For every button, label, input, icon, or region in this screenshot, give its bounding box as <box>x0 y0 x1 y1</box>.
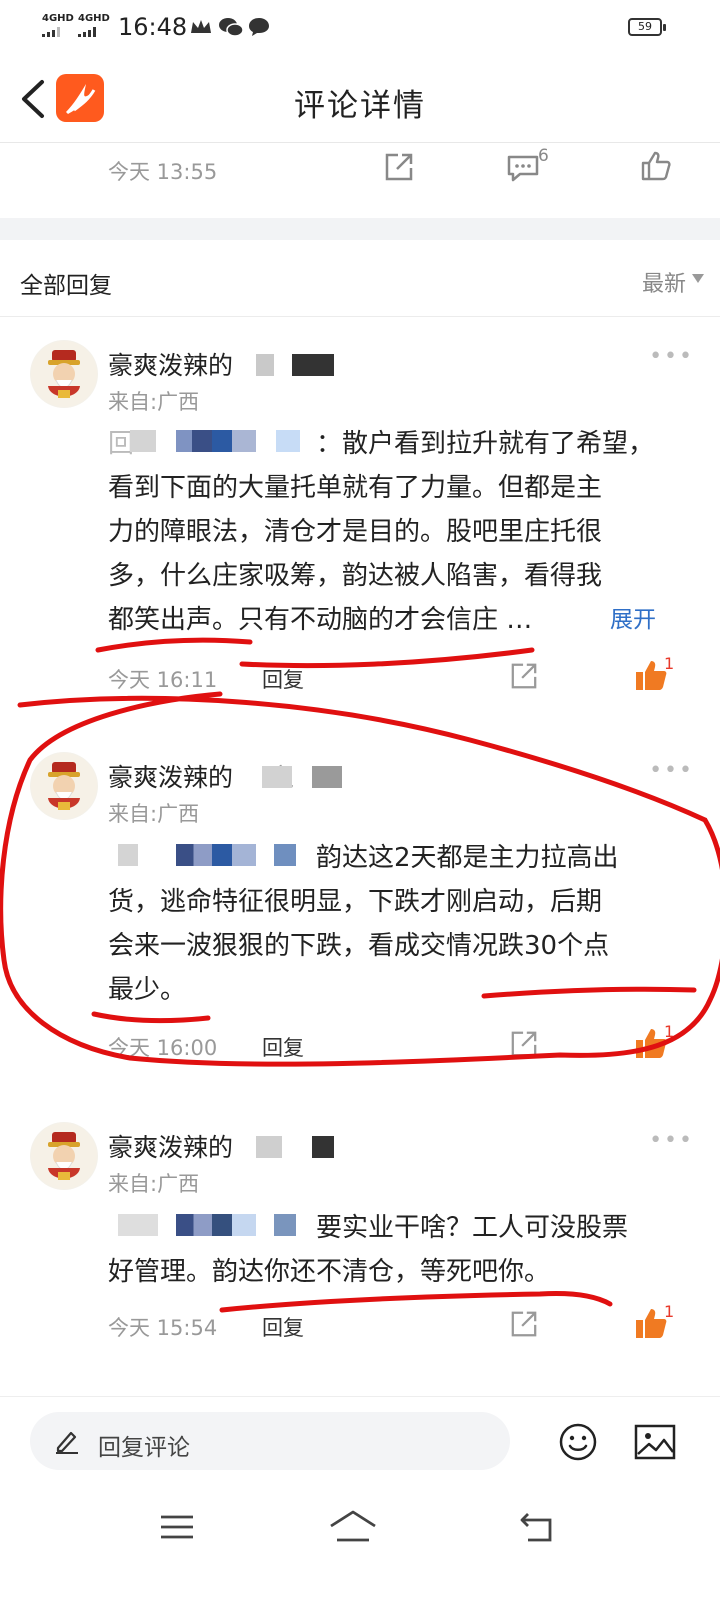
emoji-icon[interactable] <box>558 1422 598 1462</box>
underline-stroke <box>219 1291 613 1313</box>
avatar[interactable] <box>30 340 98 408</box>
thumbs-up-filled-icon[interactable] <box>634 1026 668 1060</box>
comment-time: 今天 16:00 <box>108 1036 218 1060</box>
redacted-block <box>276 430 300 452</box>
thumbs-up-filled-icon[interactable] <box>634 1306 668 1340</box>
comment-time: 今天 16:11 <box>108 668 218 692</box>
comment-line: 要实业干啥？工人可没股票 <box>108 1206 678 1250</box>
comment-line: 多，什么庄家吸筹，韵达被人陷害，看得我 <box>108 561 603 591</box>
menu-icon[interactable] <box>158 1512 196 1542</box>
system-navigation-bar <box>0 1490 720 1600</box>
comment-line: 好管理。韵达你还不清仓，等死吧你。 <box>108 1257 551 1287</box>
comment-line: 货，逃命特征很明显，下跌才刚启动，后期 <box>108 887 603 917</box>
comment-line-text: 要实业干啥？工人可没股票 <box>316 1213 629 1243</box>
thumbs-up-icon[interactable] <box>640 150 672 182</box>
avatar[interactable] <box>30 752 98 820</box>
image-picker-icon[interactable] <box>634 1424 676 1460</box>
message-bubble-icon <box>249 18 269 36</box>
signal-2-label: 4GHD <box>78 13 110 24</box>
redacted-block <box>312 766 342 788</box>
parent-comment-time: 今天 13:55 <box>108 160 218 184</box>
comment-line: 看到下面的大量托单就有了力量。但都是主 <box>108 473 603 503</box>
more-options-icon[interactable]: ••• <box>649 758 694 783</box>
more-options-icon[interactable]: ••• <box>649 1128 694 1153</box>
comment-username[interactable]: 豪爽泼辣的 <box>108 1128 233 1164</box>
expand-link[interactable]: 展开 <box>610 598 656 642</box>
comment-location: 来自:广西 <box>108 802 200 826</box>
reply-button[interactable]: 回复 <box>262 1312 304 1342</box>
like-count: 1 <box>664 654 675 673</box>
page-title: 评论详情 <box>294 88 426 124</box>
redacted-block <box>176 430 256 452</box>
fortune-god-avatar-icon <box>31 1123 97 1189</box>
signal-indicator-1: 4GHD <box>42 14 74 37</box>
avatar[interactable] <box>30 1122 98 1190</box>
chevron-down-icon[interactable] <box>692 274 704 283</box>
signal-bars-icon <box>42 27 60 37</box>
comment-line-text: ：散户看到拉升就有了希望， <box>316 429 655 459</box>
more-options-icon[interactable]: ••• <box>649 344 694 369</box>
signal-1-label: 4GHD <box>42 13 74 24</box>
fortune-god-avatar-icon <box>31 753 97 819</box>
divider <box>0 316 720 317</box>
comment-location: 来自:广西 <box>108 1172 200 1196</box>
redacted-block <box>262 766 292 788</box>
comment-line: 力的障眼法，清仓才是目的。股吧里庄托很 <box>108 517 603 547</box>
underline-stroke <box>91 1011 211 1024</box>
comment-time: 今天 15:54 <box>108 1316 218 1340</box>
share-icon[interactable] <box>510 662 538 690</box>
crown-notification-icon <box>191 20 211 33</box>
pencil-icon <box>56 1431 78 1454</box>
signal-indicator-2: 4GHD <box>78 14 110 37</box>
signal-bars-icon <box>78 27 96 37</box>
share-icon[interactable] <box>510 1030 538 1058</box>
reply-input-placeholder[interactable]: 回复评论 <box>98 1428 190 1462</box>
redacted-block <box>312 1136 334 1158</box>
redacted-block <box>256 1136 282 1158</box>
comment-line: 会来一波狠狠的下跌，看成交情况跌30个点 <box>108 931 610 961</box>
comment-body: 回 ：散户看到拉升就有了希望， 看到下面的大量托单就有了力量。但都是主 力的障眼… <box>108 422 678 642</box>
username-text: 豪爽泼辣的 <box>108 763 234 792</box>
comment-line-text: 韵达这2天都是主力拉高出 <box>316 843 619 873</box>
battery-indicator: 59 <box>628 18 666 36</box>
share-icon[interactable] <box>384 152 414 182</box>
all-replies-title: 全部回复 <box>20 273 112 299</box>
comment-username[interactable]: 豪爽泼辣的 <box>108 346 233 382</box>
comment-body: 韵达这2天都是主力拉高出 货，逃命特征很明显，下跌才刚启动，后期 会来一波狠狠的… <box>108 836 678 1012</box>
fortune-god-avatar-icon <box>31 341 97 407</box>
redacted-block <box>256 354 274 376</box>
section-separator <box>0 218 720 240</box>
sort-dropdown[interactable]: 最新 <box>642 266 686 298</box>
comment-count: 6 <box>538 146 549 166</box>
comment-location: 来自:广西 <box>108 390 200 414</box>
redacted-block <box>130 430 156 452</box>
comment-line: 都笑出声。只有不动脑的才会信庄 … 展开 <box>108 598 678 642</box>
redacted-block <box>292 354 334 376</box>
reply-button[interactable]: 回复 <box>262 1032 304 1062</box>
wechat-icon <box>219 18 244 37</box>
back-nav-icon[interactable] <box>518 1510 558 1544</box>
share-icon[interactable] <box>510 1310 538 1338</box>
like-count: 1 <box>664 1022 675 1041</box>
comment-line-text: 都笑出声。只有不动脑的才会信庄 … <box>108 605 533 635</box>
thumbs-up-filled-icon[interactable] <box>634 658 668 692</box>
status-time: 16:48 <box>118 13 188 41</box>
comment-icon[interactable] <box>506 154 540 182</box>
status-bar: 4GHD 4GHD 16:48 59 <box>0 0 720 56</box>
comment-line: 最少。 <box>108 975 187 1005</box>
like-count: 1 <box>664 1302 675 1321</box>
home-icon[interactable] <box>328 1508 378 1544</box>
comment-line: 韵达这2天都是主力拉高出 <box>108 836 678 880</box>
comment-body: 要实业干啥？工人可没股票 好管理。韵达你还不清仓，等死吧你。 <box>108 1206 678 1294</box>
reply-button[interactable]: 回复 <box>262 664 304 694</box>
